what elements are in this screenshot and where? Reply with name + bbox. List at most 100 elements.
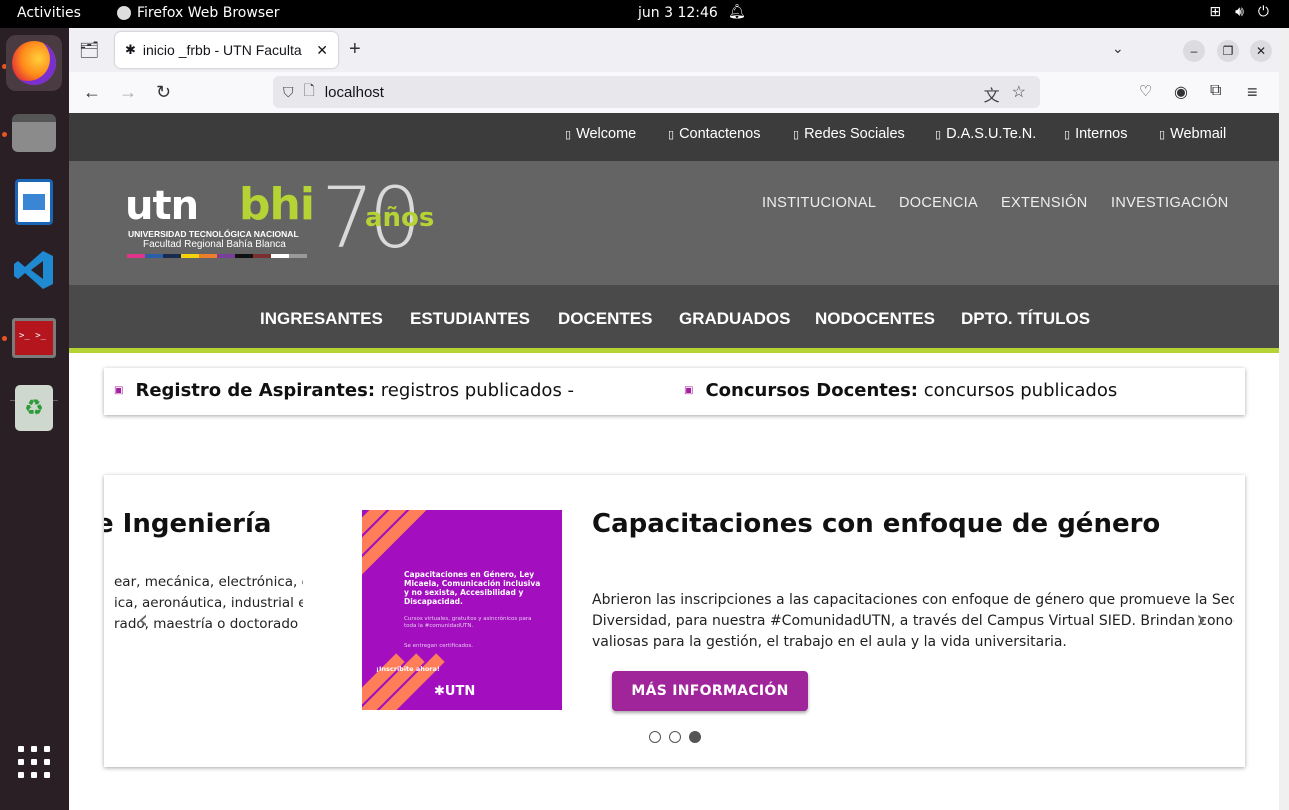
web-page: ▯ Welcome ▯ Contactenos ▯ Redes Sociales ▯ D… (69, 113, 1279, 810)
dock-firefox[interactable] (6, 35, 62, 91)
activities-button[interactable]: Activities (17, 5, 81, 21)
carousel-dot-active[interactable] (689, 731, 701, 743)
close-tab-icon[interactable]: ✕ (316, 42, 328, 59)
link-icon: ▯ (668, 129, 675, 141)
fcb-icon: ▣ (114, 385, 124, 396)
link-redes-sociales[interactable]: ▯ Redes Sociales (793, 126, 905, 142)
firefox-icon (12, 41, 56, 85)
promo-cert: Se entregan certificados. (404, 643, 473, 649)
link-icon: ▯ (1064, 129, 1071, 141)
nav-estudiantes[interactable]: ESTUDIANTES (410, 309, 530, 329)
prev-arrow-icon[interactable]: ‹ (138, 605, 148, 635)
bell-icon: 🔔︎ (728, 4, 746, 20)
files-icon (12, 114, 56, 152)
tab-bar: 🗂︎ ✱ inicio _frbb - UTN Faculta ✕ + ⌄ – … (69, 28, 1279, 72)
link-icon: ▯ (935, 129, 942, 141)
app-menu[interactable]: Firefox Web Browser (117, 5, 280, 21)
prev-slide-title: e Ingeniería (104, 509, 272, 539)
slide-text: Abrieron las inscripciones a las capacit… (592, 592, 1234, 650)
nav-graduados[interactable]: GRADUADOS (679, 309, 790, 329)
promo-title: Capacitaciones en Género, Ley Micaela, C… (404, 570, 541, 606)
nav-extension[interactable]: EXTENSIÓN (1001, 195, 1088, 211)
dock-terminal[interactable]: >_ >_ (6, 310, 62, 366)
news-carousel: e Ingeniería ear, mecánica, electrónica,… (104, 475, 1245, 767)
vscode-icon (14, 251, 53, 289)
ticker-item-concursos[interactable]: ▣ Concursos Docentes: concursos publicado… (684, 380, 1117, 401)
writer-icon (15, 179, 53, 225)
slide-title: Capacitaciones con enfoque de género (592, 509, 1161, 539)
menu-icon[interactable]: ≡ (1247, 82, 1258, 103)
minimize-icon[interactable]: – (1183, 40, 1205, 62)
terminal-icon: >_ >_ (12, 318, 56, 358)
dock-files[interactable] (6, 105, 62, 161)
app-grid-icon[interactable] (18, 746, 50, 778)
window-edge (1279, 28, 1289, 810)
link-internos[interactable]: ▯ Internos (1064, 126, 1127, 142)
link-icon: ▯ (793, 129, 800, 141)
nav-dpto-titulos[interactable]: DPTO. TÍTULOS (961, 309, 1090, 329)
nav-investigacion[interactable]: INVESTIGACIÓN (1111, 195, 1229, 211)
logo-line2: Facultad Regional Bahía Blanca (143, 239, 286, 250)
system-top-bar: Activities Firefox Web Browser jun 3 12:… (0, 0, 1289, 28)
dock: >_ >_ ♻ (0, 28, 69, 810)
nav-bar: ← → ↻ ⛉ 🗋︎ localhost 文 ☆ ♡ ◉ ⧉ ≡ (69, 72, 1279, 113)
nav-institucional[interactable]: INSTITUCIONAL (762, 195, 876, 211)
restore-icon[interactable]: ❐ (1217, 40, 1239, 62)
new-tab-icon[interactable]: + (349, 38, 361, 61)
back-icon[interactable]: ← (83, 82, 101, 103)
app-menu-label: Firefox Web Browser (137, 5, 280, 21)
system-tray[interactable]: ⊞ 🔊︎ ⏻ (1209, 4, 1269, 20)
carousel-dot[interactable] (669, 731, 681, 743)
news-ticker: ▣ Registro de Aspirantes: registros publi… (104, 368, 1245, 415)
fcb-icon: ▣ (684, 385, 694, 396)
nav-docencia[interactable]: DOCENCIA (899, 195, 978, 211)
chevron-down-icon[interactable]: ⌄ (1112, 40, 1124, 57)
nav-docentes[interactable]: DOCENTES (558, 309, 652, 329)
link-dasuten[interactable]: ▯ D.A.S.U.Te.N. (935, 126, 1036, 142)
more-info-button[interactable]: MÁS INFORMACIÓN (612, 671, 808, 711)
favicon-icon: ✱ (125, 42, 136, 57)
firefox-small-icon (117, 6, 131, 20)
secondary-nav: INGRESANTES ESTUDIANTES DOCENTES GRADUAD… (69, 285, 1279, 353)
dock-writer[interactable] (6, 174, 62, 230)
link-webmail[interactable]: ▯ Webmail (1159, 126, 1226, 142)
logo-stripes (127, 254, 307, 258)
clock[interactable]: jun 3 12:46 (638, 5, 718, 21)
reload-icon[interactable]: ↻ (156, 82, 171, 103)
promo-subtitle: Cursos virtuales, gratuitos y asincrónic… (404, 616, 532, 629)
firefox-window: 🗂︎ ✱ inicio _frbb - UTN Faculta ✕ + ⌄ – … (69, 28, 1279, 810)
forward-icon[interactable]: → (119, 82, 137, 103)
nav-nodocentes[interactable]: NODOCENTES (815, 309, 935, 329)
tab-title: inicio _frbb - UTN Faculta (142, 42, 302, 58)
page-icon[interactable]: 🗋︎ (304, 80, 315, 104)
nav-ingresantes[interactable]: INGRESANTES (260, 309, 383, 329)
carousel-dot[interactable] (649, 731, 661, 743)
shield-icon[interactable]: ⛉ (283, 84, 294, 101)
power-icon: ⏻ (1257, 4, 1269, 20)
link-contactenos[interactable]: ▯ Contactenos (668, 126, 760, 142)
translate-icon[interactable]: 文 (984, 82, 1000, 106)
link-welcome[interactable]: ▯ Welcome (565, 126, 636, 142)
tab-active[interactable]: ✱ inicio _frbb - UTN Faculta ✕ (115, 32, 338, 68)
tab-list-icon[interactable]: 🗂︎ (79, 40, 99, 60)
url-bar[interactable]: ⛉ 🗋︎ localhost 文 ☆ (273, 76, 1040, 108)
extensions-icon[interactable]: ⧉ (1210, 82, 1221, 100)
ticker-item-aspirantes[interactable]: ▣ Registro de Aspirantes: registros publi… (114, 380, 574, 401)
bookmark-star-icon[interactable]: ☆ (1012, 82, 1026, 106)
account-icon[interactable]: ◉ (1174, 82, 1188, 102)
logo-utn-text: utn (125, 183, 199, 229)
carousel-dots (649, 731, 701, 743)
top-links-bar: ▯ Welcome ▯ Contactenos ▯ Redes Sociales ▯ D… (69, 113, 1279, 161)
close-window-icon[interactable]: ✕ (1250, 40, 1272, 62)
promo-image[interactable]: Capacitaciones en Género, Ley Micaela, C… (362, 510, 562, 710)
volume-icon: 🔊︎ (1235, 4, 1244, 20)
logo-anos: años (365, 203, 435, 233)
utn-bhi-logo[interactable]: utn bhi UNIVERSIDAD TECNOLÓGICA NACIONAL… (125, 169, 455, 267)
next-arrow-icon[interactable]: › (1196, 605, 1206, 635)
url-text[interactable]: localhost (325, 84, 384, 101)
dock-vscode[interactable] (6, 242, 62, 298)
pocket-icon[interactable]: ♡ (1139, 82, 1152, 100)
dock-trash[interactable]: ♻ (6, 380, 62, 436)
link-icon: ▯ (565, 129, 572, 141)
link-icon: ▯ (1159, 129, 1166, 141)
